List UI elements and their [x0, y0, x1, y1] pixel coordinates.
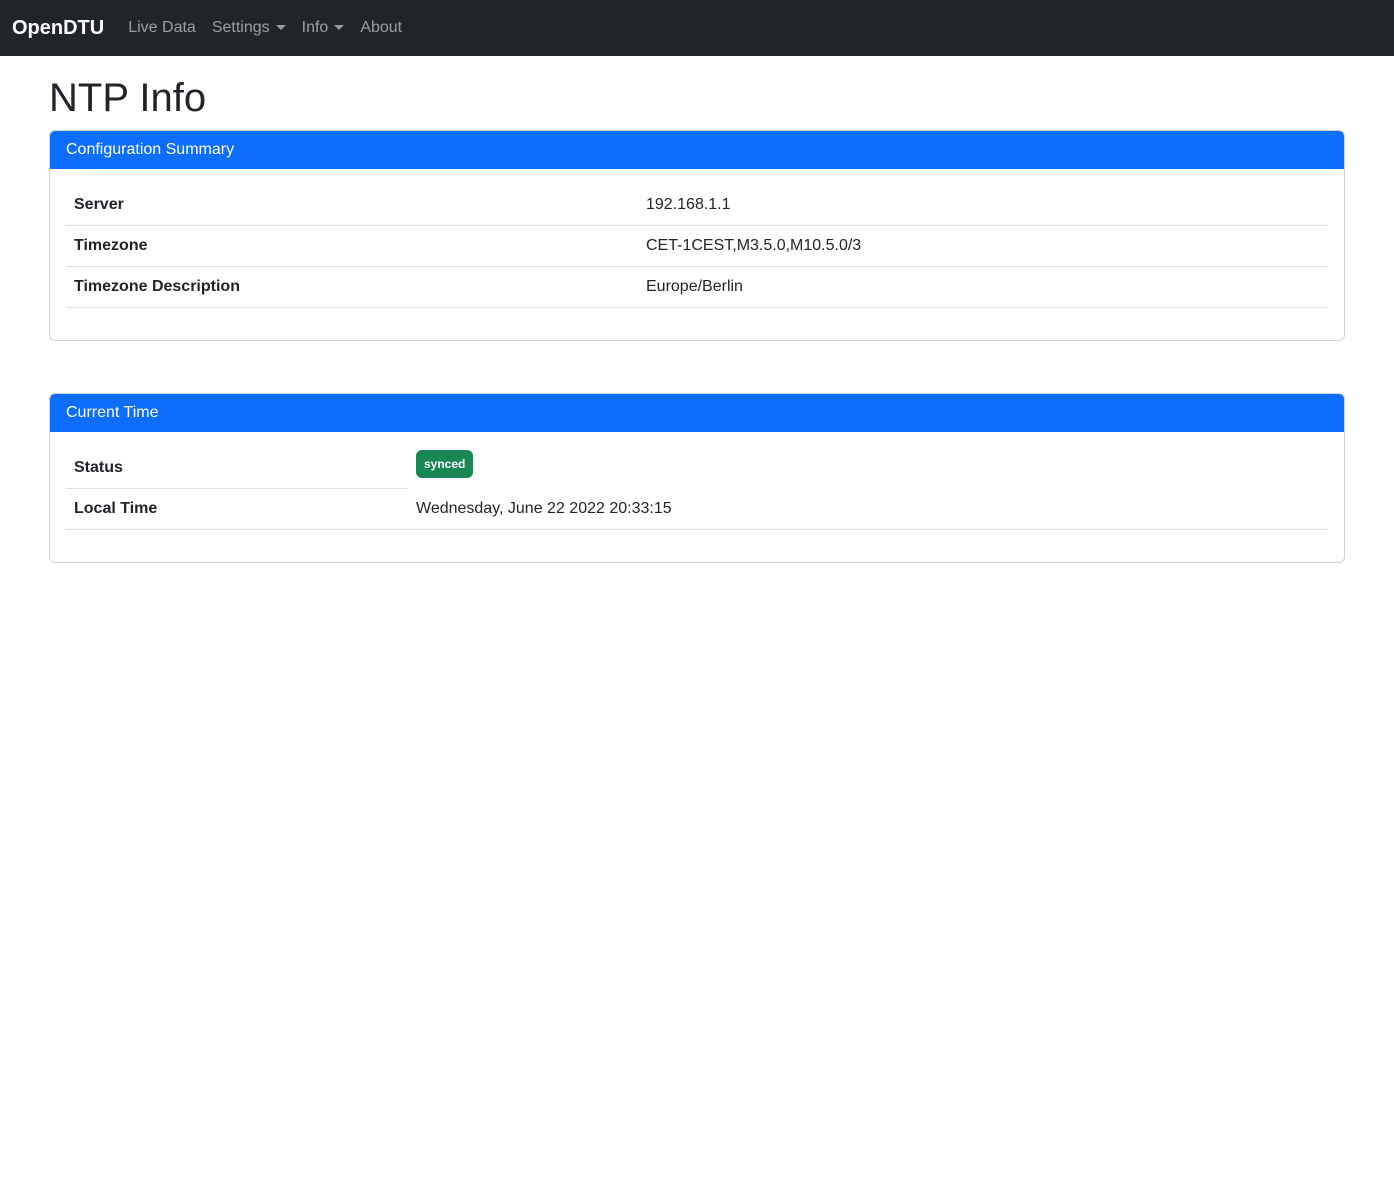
configuration-summary-card-header: Configuration Summary	[50, 131, 1344, 169]
row-status-value: synced	[408, 448, 1328, 489]
row-timezone-description-label: Timezone Description	[66, 267, 638, 308]
current-time-card-header: Current Time	[50, 394, 1344, 432]
row-status-label: Status	[66, 448, 408, 489]
row-server: Server 192.168.1.1	[66, 185, 1328, 226]
row-local-time-value: Wednesday, June 22 2022 20:33:15	[408, 489, 1328, 530]
current-time-table: Status synced Local Time Wednesday, June…	[66, 448, 1328, 530]
row-timezone: Timezone CET-1CEST,M3.5.0,M10.5.0/3	[66, 226, 1328, 267]
nav-item-info[interactable]: Info	[294, 11, 353, 45]
row-server-value: 192.168.1.1	[638, 185, 1328, 226]
navbar-brand[interactable]: OpenDTU	[12, 13, 104, 44]
status-badge: synced	[416, 450, 473, 478]
row-local-time: Local Time Wednesday, June 22 2022 20:33…	[66, 489, 1328, 530]
nav-item-about[interactable]: About	[352, 11, 410, 45]
current-time-card-body: Status synced Local Time Wednesday, June…	[50, 432, 1344, 562]
nav-item-info-label: Info	[302, 19, 329, 36]
row-server-label: Server	[66, 185, 638, 226]
navbar-nav: Live Data Settings Info About	[120, 11, 410, 45]
row-timezone-description: Timezone Description Europe/Berlin	[66, 267, 1328, 308]
nav-item-settings-label: Settings	[212, 19, 270, 36]
current-time-card: Current Time Status synced Local Time We…	[49, 393, 1345, 563]
row-timezone-value: CET-1CEST,M3.5.0,M10.5.0/3	[638, 226, 1328, 267]
row-status: Status synced	[66, 448, 1328, 489]
nav-item-live-data[interactable]: Live Data	[120, 11, 204, 45]
chevron-down-icon	[334, 25, 344, 30]
row-timezone-label: Timezone	[66, 226, 638, 267]
row-local-time-label: Local Time	[66, 489, 408, 530]
configuration-summary-card-body: Server 192.168.1.1 Timezone CET-1CEST,M3…	[50, 169, 1344, 340]
configuration-summary-table: Server 192.168.1.1 Timezone CET-1CEST,M3…	[66, 185, 1328, 308]
configuration-summary-card: Configuration Summary Server 192.168.1.1…	[49, 130, 1345, 341]
nav-item-settings[interactable]: Settings	[204, 11, 294, 45]
main-content: NTP Info Configuration Summary Server 19…	[37, 56, 1357, 563]
chevron-down-icon	[276, 25, 286, 30]
page-title: NTP Info	[49, 74, 1345, 122]
row-timezone-description-value: Europe/Berlin	[638, 267, 1328, 308]
navbar: OpenDTU Live Data Settings Info About	[0, 0, 1394, 56]
